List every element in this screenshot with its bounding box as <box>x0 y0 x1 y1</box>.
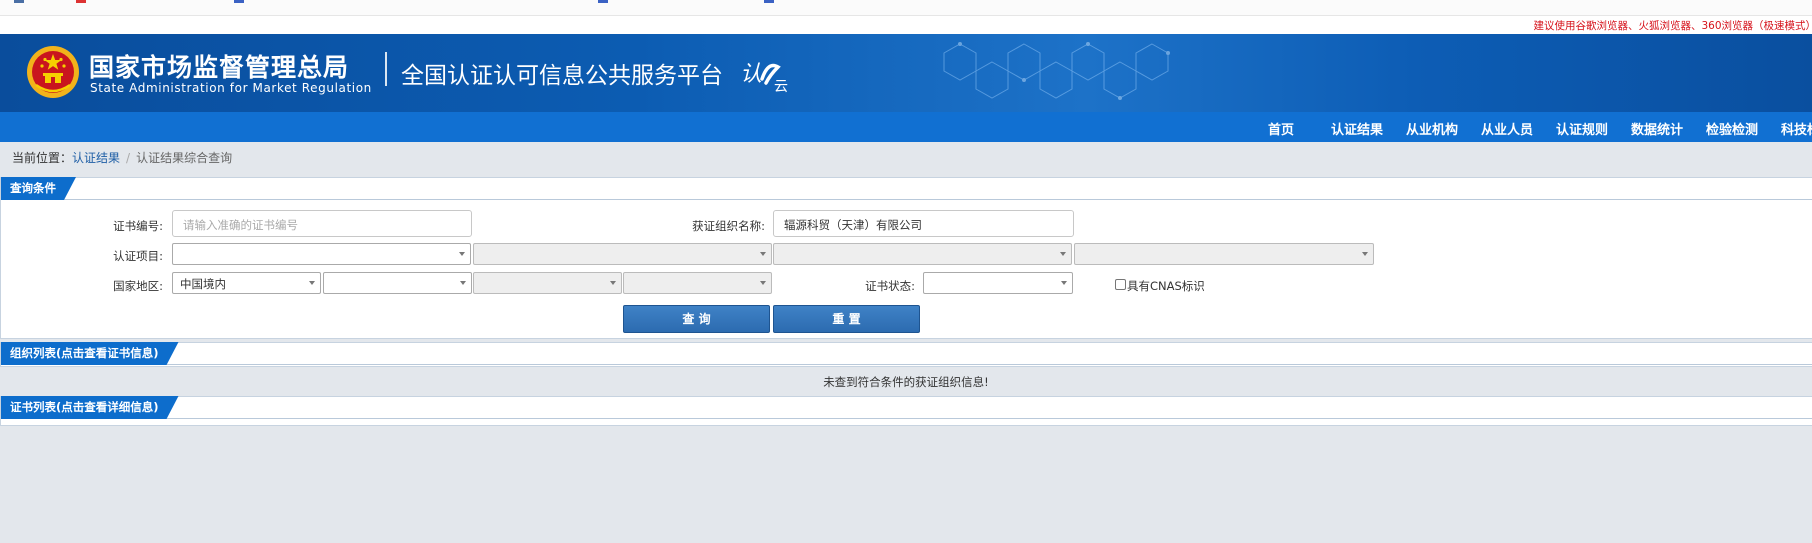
breadcrumb-prefix: 当前位置： <box>12 151 73 165</box>
browser-bookmark-strip <box>0 0 1812 16</box>
cert-status-select[interactable] <box>923 272 1073 294</box>
region-select-city <box>473 272 622 294</box>
org-list-panel-header: 组织列表(点击查看证书信息) <box>1 343 1812 365</box>
chevron-down-icon <box>1060 252 1066 256</box>
national-emblem-icon <box>27 46 79 98</box>
chevron-down-icon <box>1061 281 1067 285</box>
org-list-panel: 组织列表(点击查看证书信息) <box>0 342 1812 367</box>
chevron-down-icon <box>460 281 466 285</box>
breadcrumb: 当前位置：认证结果 / 认证结果综合查询 <box>12 149 232 166</box>
breadcrumb-current: 认证结果综合查询 <box>136 151 233 165</box>
cnas-label: 具有CNAS标识 <box>1127 279 1205 293</box>
bookmark-icon[interactable] <box>764 0 774 3</box>
main-navigation: 首页 认证结果 从业机构 从业人员 认证规则 数据统计 检验检测 科技标准 <box>0 112 1812 142</box>
region-label: 国家地区: <box>113 279 163 293</box>
site-header: 国家市场监督管理总局 State Administration for Mark… <box>0 34 1812 112</box>
query-panel-tab: 查询条件 <box>1 177 76 200</box>
nav-item-cert-rules[interactable]: 认证规则 <box>1556 119 1608 138</box>
cert-project-select-3 <box>773 243 1072 265</box>
bookmark-icon[interactable] <box>598 0 608 3</box>
search-button[interactable]: 查 询 <box>623 305 770 333</box>
browser-notice-text: 建议使用谷歌浏览器、火狐浏览器、360浏览器（极速模式） <box>1533 20 1812 32</box>
query-panel: 查询条件 证书编号: 请输入准确的证书编号 获证组织名称: 辐源科贸（天津）有限… <box>0 177 1812 339</box>
breadcrumb-separator: / <box>126 151 131 165</box>
region-select-country[interactable]: 中国境内 <box>172 272 321 294</box>
org-list-empty-message: 未查到符合条件的获证组织信息! <box>823 375 989 389</box>
region-select-province[interactable] <box>323 272 472 294</box>
nav-item-personnel[interactable]: 从业人员 <box>1481 119 1533 138</box>
chevron-down-icon <box>610 281 616 285</box>
nav-item-statistics[interactable]: 数据统计 <box>1631 119 1683 138</box>
platform-title: 全国认证认可信息公共服务平台 <box>401 63 723 89</box>
svg-text:云: 云 <box>774 79 788 93</box>
bookmark-icon[interactable] <box>234 0 244 3</box>
cert-project-select-4 <box>1074 243 1374 265</box>
svg-text:认: 认 <box>740 62 762 87</box>
chevron-down-icon <box>459 252 465 256</box>
cert-list-panel: 证书列表(点击查看详细信息) <box>0 396 1812 426</box>
renzhengyun-logo-icon: 认 云 <box>740 62 788 93</box>
cert-list-panel-header: 证书列表(点击查看详细信息) <box>1 397 1812 419</box>
cert-project-select-1[interactable] <box>172 243 471 265</box>
agency-name-english: State Administration for Market Regulati… <box>90 81 372 95</box>
cert-list-tab: 证书列表(点击查看详细信息) <box>1 396 179 419</box>
bookmark-icon[interactable] <box>14 0 24 3</box>
cert-no-input[interactable]: 请输入准确的证书编号 <box>172 210 472 237</box>
browser-notice-bar: 建议使用谷歌浏览器、火狐浏览器、360浏览器（极速模式） <box>0 16 1812 34</box>
bookmark-icon[interactable] <box>76 0 86 3</box>
chevron-down-icon <box>309 281 315 285</box>
cert-project-label: 认证项目: <box>113 249 163 263</box>
region-selected-value: 中国境内 <box>180 277 226 291</box>
org-list-tab: 组织列表(点击查看证书信息) <box>1 342 179 365</box>
nav-item-home[interactable]: 首页 <box>1268 119 1294 138</box>
cert-project-select-2 <box>473 243 772 265</box>
breadcrumb-link-cert-results[interactable]: 认证结果 <box>72 151 120 165</box>
region-select-district <box>623 272 772 294</box>
header-divider <box>385 52 387 86</box>
nav-item-inspection[interactable]: 检验检测 <box>1706 119 1758 138</box>
chevron-down-icon <box>1362 252 1368 256</box>
nav-item-tech-standards[interactable]: 科技标准 <box>1781 119 1812 138</box>
nav-item-institutions[interactable]: 从业机构 <box>1406 119 1458 138</box>
hexagon-pattern-decoration <box>943 42 1170 100</box>
nav-item-cert-results[interactable]: 认证结果 <box>1331 119 1383 138</box>
reset-button[interactable]: 重 置 <box>773 305 920 333</box>
cert-status-label: 证书状态: <box>865 279 915 293</box>
query-panel-header: 查询条件 <box>1 178 1812 200</box>
cert-no-label: 证书编号: <box>113 219 163 233</box>
org-name-label: 获证组织名称: <box>692 219 765 233</box>
org-name-input[interactable]: 辐源科贸（天津）有限公司 <box>773 210 1074 237</box>
chevron-down-icon <box>760 281 766 285</box>
cnas-checkbox[interactable] <box>1115 279 1126 290</box>
agency-name-chinese: 国家市场监督管理总局 <box>89 53 350 82</box>
chevron-down-icon <box>760 252 766 256</box>
